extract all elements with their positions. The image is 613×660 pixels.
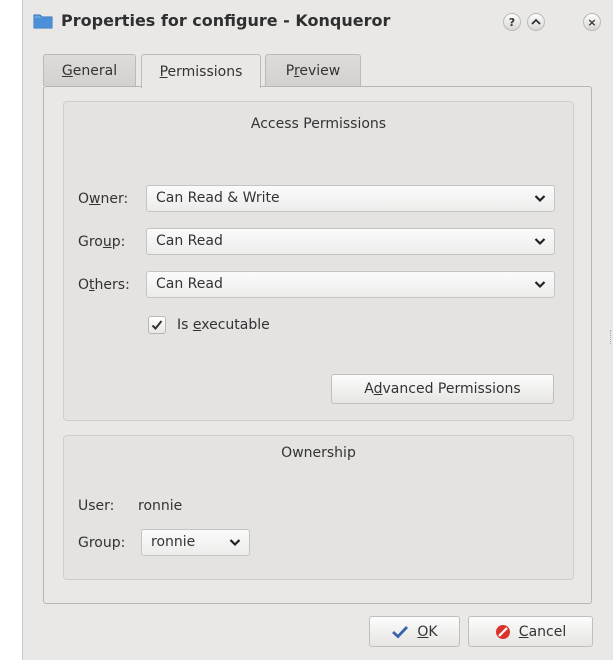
folder-icon bbox=[33, 14, 53, 29]
owner-permission-select[interactable]: Can Read & Write bbox=[146, 185, 555, 212]
owner-permission-value: Can Read & Write bbox=[156, 190, 280, 206]
others-permission-value: Can Read bbox=[156, 276, 223, 292]
access-permissions-group: Access Permissions Owner: Can Read & Wri… bbox=[63, 101, 574, 421]
group-permission-value: Can Read bbox=[156, 233, 223, 249]
chevron-up-icon bbox=[531, 18, 541, 25]
checkmark-icon bbox=[151, 320, 163, 330]
ok-button[interactable]: OK bbox=[369, 616, 460, 647]
chevron-down-icon bbox=[534, 195, 546, 203]
others-label: Others: bbox=[78, 277, 130, 293]
cancel-button[interactable]: Cancel bbox=[468, 616, 593, 647]
user-label: User: bbox=[78, 498, 115, 514]
tab-permissions[interactable]: Permissions bbox=[141, 54, 261, 88]
advanced-permissions-label: Advanced Permissions bbox=[364, 381, 521, 397]
close-icon: × bbox=[587, 15, 597, 29]
owner-group-value: ronnie bbox=[151, 534, 196, 550]
user-value: ronnie bbox=[138, 498, 183, 514]
permissions-pane: Access Permissions Owner: Can Read & Wri… bbox=[43, 86, 592, 604]
help-icon: ? bbox=[508, 15, 516, 29]
tab-permissions-label: Permissions bbox=[159, 63, 243, 80]
group-label: Group: bbox=[78, 234, 126, 250]
title-bar[interactable]: Properties for configure - Konqueror ? × bbox=[23, 0, 613, 44]
advanced-permissions-button[interactable]: Advanced Permissions bbox=[331, 374, 554, 404]
owner-label: Owner: bbox=[78, 191, 129, 207]
access-permissions-title: Access Permissions bbox=[250, 116, 387, 132]
chevron-down-icon bbox=[534, 238, 546, 246]
close-button[interactable]: × bbox=[583, 13, 601, 31]
executable-label[interactable]: Is executable bbox=[177, 317, 270, 333]
cancel-label: Cancel bbox=[518, 623, 567, 640]
minimize-button[interactable] bbox=[527, 13, 545, 31]
chevron-down-icon bbox=[229, 539, 241, 547]
ownership-group: Ownership User: ronnie Group: ronnie bbox=[63, 435, 574, 580]
owner-group-label: Group: bbox=[78, 535, 126, 551]
window-title: Properties for configure - Konqueror bbox=[61, 11, 391, 30]
tab-general-label: General bbox=[61, 62, 118, 79]
tab-general[interactable]: General bbox=[43, 54, 136, 86]
help-button[interactable]: ? bbox=[503, 13, 521, 31]
chevron-down-icon bbox=[534, 281, 546, 289]
cancel-icon bbox=[495, 624, 510, 639]
ownership-title: Ownership bbox=[281, 445, 356, 461]
tab-preview[interactable]: Preview bbox=[265, 54, 361, 86]
executable-checkbox[interactable] bbox=[148, 316, 166, 334]
properties-dialog: Properties for configure - Konqueror ? ×… bbox=[22, 0, 613, 660]
group-permission-select[interactable]: Can Read bbox=[146, 228, 555, 255]
others-permission-select[interactable]: Can Read bbox=[146, 271, 555, 298]
owner-group-select[interactable]: ronnie bbox=[141, 529, 250, 556]
tab-preview-label: Preview bbox=[285, 62, 341, 79]
ok-label: OK bbox=[417, 623, 438, 640]
checkmark-icon bbox=[392, 625, 409, 638]
